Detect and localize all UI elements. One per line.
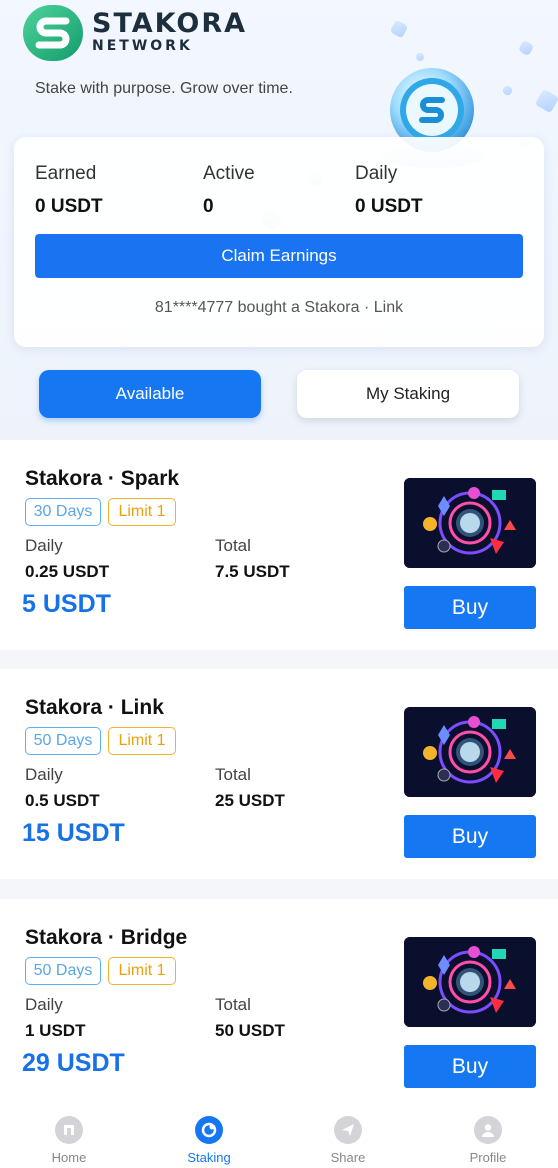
daily-label: Daily [25, 995, 63, 1014]
daily-value: 1 USDT [25, 1021, 86, 1040]
tab-my-staking[interactable]: My Staking [297, 370, 519, 418]
brand-name: STAKORA [92, 8, 248, 39]
total-value: 50 USDT [215, 1021, 285, 1040]
product-image [404, 937, 536, 1027]
tagline: Stake with purpose. Grow over time. [35, 80, 293, 97]
product-card: Stakora · Bridge 50 Days Limit 1 Daily T… [0, 899, 558, 1109]
buy-button[interactable]: Buy [404, 1045, 536, 1088]
stat-earned-label: Earned [35, 163, 97, 184]
nav-label-home: Home [51, 1150, 87, 1165]
nav-label-share: Share [330, 1150, 366, 1165]
nav-item-home[interactable]: Home [24, 1116, 114, 1165]
stat-active: Active 0 [203, 163, 255, 218]
buy-button[interactable]: Buy [404, 586, 536, 629]
stat-earned-value: 0 USDT [35, 196, 103, 217]
stakora-logo-icon [23, 5, 83, 61]
buy-button[interactable]: Buy [404, 815, 536, 858]
purchase-ticker: 81****4777 bought a Stakora · Link [154, 299, 404, 316]
decor-cube [414, 51, 426, 63]
nav-item-staking[interactable]: Staking [164, 1116, 254, 1165]
days-tag: 50 Days [25, 957, 101, 985]
decor-cube [534, 88, 558, 114]
total-value: 7.5 USDT [215, 562, 290, 581]
limit-tag: Limit 1 [108, 957, 176, 985]
share-icon [334, 1116, 362, 1144]
limit-tag: Limit 1 [108, 727, 176, 755]
product-title: Stakora · Bridge [25, 926, 188, 949]
bottom-nav: Home Staking Share Profile [0, 1106, 558, 1168]
daily-label: Daily [25, 536, 63, 555]
total-label: Total [215, 765, 251, 784]
limit-tag: Limit 1 [108, 498, 176, 526]
days-tag: 30 Days [25, 498, 101, 526]
stat-active-value: 0 [203, 196, 214, 217]
product-title: Stakora · Link [25, 696, 164, 719]
daily-value: 0.25 USDT [25, 562, 110, 581]
decor-cube [517, 39, 535, 57]
nav-item-share[interactable]: Share [303, 1116, 393, 1165]
stat-daily-label: Daily [355, 163, 398, 184]
nav-item-profile[interactable]: Profile [443, 1116, 533, 1165]
nav-label-staking: Staking [187, 1150, 231, 1165]
brand-subtitle: NETWORK [92, 38, 193, 54]
product-image [404, 707, 536, 797]
stat-active-label: Active [203, 163, 255, 184]
product-card: Stakora · Spark 30 Days Limit 1 Daily To… [0, 440, 558, 650]
product-image [404, 478, 536, 568]
staking-icon [195, 1116, 223, 1144]
product-title: Stakora · Spark [25, 467, 180, 490]
product-card: Stakora · Link 50 Days Limit 1 Daily Tot… [0, 669, 558, 879]
decor-cube [501, 84, 514, 97]
total-label: Total [215, 536, 251, 555]
stat-earned: Earned 0 USDT [35, 163, 103, 218]
daily-label: Daily [25, 765, 63, 784]
daily-value: 0.5 USDT [25, 791, 100, 810]
stats-card: Earned 0 USDT Active 0 Daily 0 USDT Clai… [14, 137, 544, 347]
total-label: Total [215, 995, 251, 1014]
profile-icon [474, 1116, 502, 1144]
decor-cube [389, 19, 409, 39]
days-tag: 50 Days [25, 727, 101, 755]
tab-available[interactable]: Available [39, 370, 261, 418]
stat-daily: Daily 0 USDT [355, 163, 423, 218]
product-price: 29 USDT [22, 1049, 125, 1077]
product-price: 5 USDT [22, 590, 111, 618]
nav-label-profile: Profile [469, 1150, 507, 1165]
stat-daily-value: 0 USDT [355, 196, 423, 217]
claim-earnings-button[interactable]: Claim Earnings [35, 234, 523, 278]
product-price: 15 USDT [22, 819, 125, 847]
home-icon [55, 1116, 83, 1144]
total-value: 25 USDT [215, 791, 285, 810]
